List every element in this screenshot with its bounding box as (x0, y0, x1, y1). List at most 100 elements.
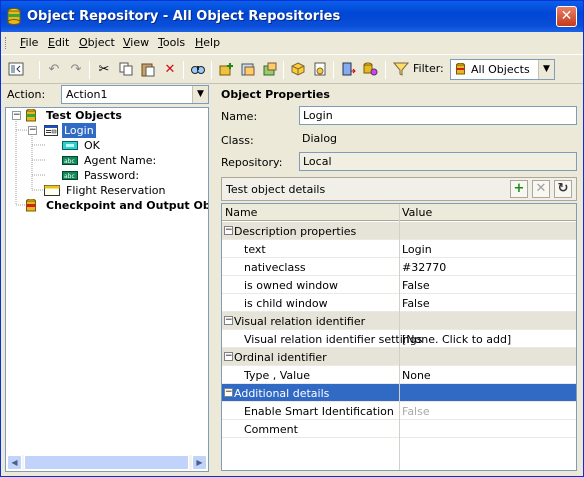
chevron-down-icon[interactable]: ▼ (192, 86, 208, 103)
property-name: Ordinal identifier (234, 351, 327, 364)
export-icon[interactable] (261, 61, 279, 79)
filter-label: Filter: (413, 62, 444, 75)
remove-property-button[interactable]: ✕ (532, 180, 550, 198)
tree-node-label: Login (62, 123, 96, 138)
filter-icon (392, 61, 410, 79)
collapse-toggle[interactable]: − (224, 388, 233, 397)
action-dropdown[interactable]: Action1 ▼ (61, 85, 209, 104)
toolbar-separator (183, 61, 184, 79)
name-label: Name: (221, 110, 258, 123)
scroll-right-icon[interactable]: ▶ (192, 455, 207, 470)
column-header-name[interactable]: Name (225, 206, 257, 219)
tree-node-label: Password: (84, 169, 140, 182)
collapse-toggle[interactable]: − (224, 352, 233, 361)
undo-icon[interactable]: ↶ (45, 61, 63, 79)
class-value: Dialog (302, 132, 338, 145)
menu-grip[interactable] (5, 37, 8, 49)
add-objects-icon[interactable] (217, 61, 235, 79)
edit-field-icon: abc (62, 156, 78, 165)
tree-node-label: Flight Reservation (66, 184, 166, 197)
window-icon (44, 185, 60, 196)
cut-icon[interactable]: ✂ (95, 61, 113, 79)
property-name: Additional details (234, 387, 330, 400)
menu-bar: File Edit Object View Tools Help (1, 33, 583, 53)
copy-icon[interactable] (117, 61, 135, 79)
add-property-button[interactable]: + (510, 180, 528, 198)
menu-item-label: elp (203, 36, 221, 49)
column-divider[interactable] (399, 204, 400, 470)
menu-item-view[interactable]: View (123, 36, 149, 49)
toolbar-separator (211, 61, 212, 79)
menu-mnemonic: O (79, 36, 88, 49)
associate-icon[interactable] (361, 61, 379, 79)
property-name: Description properties (234, 225, 357, 238)
toolbar-separator (283, 61, 284, 79)
toolbar-separator (385, 61, 386, 79)
object-properties-title: Object Properties (221, 88, 330, 101)
tree-node-label: OK (84, 139, 100, 152)
property-name: nativeclass (244, 261, 306, 274)
highlight-icon[interactable] (311, 61, 329, 79)
class-label: Class: (221, 134, 254, 147)
update-icon[interactable] (239, 61, 257, 79)
tree-node-label: Test Objects (46, 109, 122, 122)
property-value[interactable]: Login (402, 243, 432, 256)
menu-item-object[interactable]: Object (79, 36, 115, 49)
name-field[interactable]: Login (299, 106, 577, 125)
filter-dropdown[interactable]: All Objects ▼ (450, 59, 555, 80)
svg-text:abc: abc (64, 173, 75, 180)
navigate-icon[interactable] (7, 61, 25, 79)
chevron-down-icon[interactable]: ▼ (538, 60, 554, 79)
collapse-toggle[interactable]: − (28, 126, 37, 135)
refresh-button[interactable]: ↻ (554, 180, 572, 198)
refresh-icon: ↻ (557, 181, 569, 196)
property-value[interactable]: False (402, 297, 430, 310)
action-label: Action: (7, 88, 46, 101)
property-value[interactable]: [None. Click to add] (402, 333, 511, 346)
test-object-details-label: Test object details (226, 183, 326, 196)
property-value[interactable]: False (402, 405, 430, 418)
redo-icon[interactable]: ↷ (67, 61, 85, 79)
menu-item-label: ools (162, 36, 186, 49)
horizontal-scrollbar[interactable]: ◀ ▶ (7, 455, 207, 470)
collapse-toggle[interactable]: − (224, 316, 233, 325)
find-icon[interactable] (189, 61, 207, 79)
scroll-left-icon[interactable]: ◀ (7, 455, 22, 470)
column-header-value[interactable]: Value (402, 206, 432, 219)
property-name: Enable Smart Identification (244, 405, 394, 418)
object-spy-icon[interactable] (289, 61, 307, 79)
toolbar-separator (333, 61, 334, 79)
object-repository-window: Object Repository - All Object Repositor… (0, 0, 584, 477)
close-icon: ✕ (560, 8, 573, 24)
menu-item-file[interactable]: File (20, 36, 38, 49)
paste-icon[interactable] (139, 61, 157, 79)
test-object-details-bar: Test object details + ✕ ↻ (221, 177, 577, 201)
delete-icon[interactable]: ✕ (161, 61, 179, 79)
window-title: Object Repository - All Object Repositor… (27, 9, 341, 24)
filter-value: All Objects (471, 63, 530, 76)
close-button[interactable]: ✕ (556, 6, 577, 27)
action-value: Action1 (66, 88, 108, 101)
title-bar[interactable]: Object Repository - All Object Repositor… (1, 1, 583, 32)
menu-item-label: iew (130, 36, 150, 49)
close-icon: ✕ (535, 181, 547, 196)
collapse-toggle[interactable]: − (224, 226, 233, 235)
dialog-icon (44, 125, 58, 136)
menu-item-help[interactable]: Help (195, 36, 220, 49)
object-tree[interactable]: − Test Objects − Login OK abc Agent Name… (5, 107, 209, 472)
repository-cylinder-icon (26, 109, 36, 122)
property-value[interactable]: False (402, 279, 430, 292)
collapse-toggle[interactable]: − (12, 111, 21, 120)
menu-item-edit[interactable]: Edit (48, 36, 69, 49)
object-properties-pane: Object Properties Name: Login Class: Dia… (217, 85, 579, 472)
menu-item-tools[interactable]: Tools (158, 36, 185, 49)
local-to-shared-icon[interactable] (339, 61, 357, 79)
property-value[interactable]: #32770 (402, 261, 446, 274)
property-value[interactable]: None (402, 369, 431, 382)
repository-field: Local (299, 152, 577, 171)
scrollbar-thumb[interactable] (24, 455, 189, 470)
repository-value: Local (303, 155, 332, 168)
property-name: Comment (244, 423, 298, 436)
tree-node-label: Agent Name: (84, 154, 157, 167)
menu-mnemonic: E (48, 36, 55, 49)
